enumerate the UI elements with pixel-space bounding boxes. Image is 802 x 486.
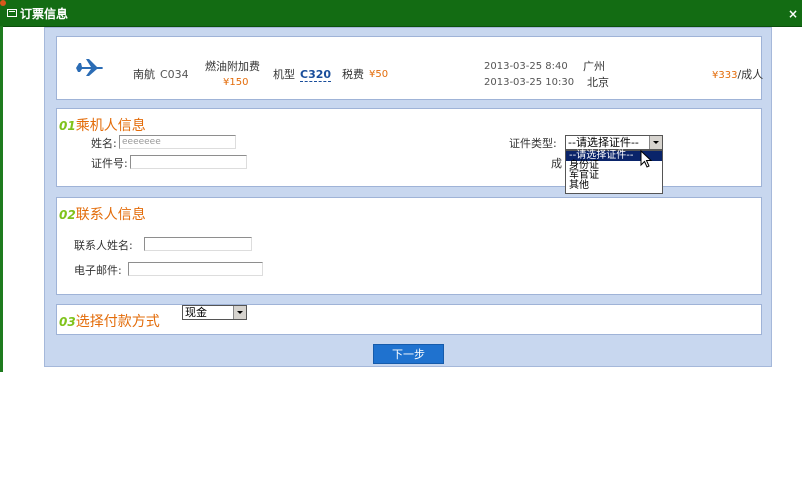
email-input[interactable] xyxy=(128,262,263,276)
fuel-surcharge-label: 燃油附加费 xyxy=(205,60,260,73)
depart-time: 2013-03-25 8:40 xyxy=(484,61,568,72)
window-title: 订票信息 xyxy=(20,7,69,21)
depart-city: 广州 xyxy=(583,60,605,73)
payment-section-heading: 03选择付款方式 xyxy=(59,314,160,330)
id-type-label: 证件类型: xyxy=(509,137,557,150)
contact-section: 02联系人信息 联系人姓名: 电子邮件: xyxy=(56,197,762,295)
email-label: 电子邮件: xyxy=(74,264,122,277)
mouse-cursor-icon xyxy=(640,150,653,168)
background-app-icon xyxy=(0,0,6,6)
passenger-section-heading: 01乘机人信息 xyxy=(59,118,146,134)
id-number-input[interactable] xyxy=(130,155,247,169)
section-number: 03 xyxy=(59,315,76,329)
arrive-city: 北京 xyxy=(587,76,609,89)
section-title: 联系人信息 xyxy=(75,207,146,223)
section-title: 选择付款方式 xyxy=(75,314,160,330)
arrive-time: 2013-03-25 10:30 xyxy=(484,77,575,88)
airline: 南航 xyxy=(133,68,155,81)
chevron-down-icon[interactable] xyxy=(649,136,662,149)
window-icon xyxy=(7,9,17,17)
window-titlebar[interactable]: 订票信息 × xyxy=(0,0,802,27)
adult-price: ¥333/成人 xyxy=(712,68,763,82)
flight-number: C034 xyxy=(160,68,189,81)
id-number-label: 证件号: xyxy=(91,157,128,170)
chevron-down-icon[interactable] xyxy=(233,306,246,319)
tax-label: 税费 xyxy=(342,68,364,81)
close-icon[interactable]: × xyxy=(788,7,798,21)
name-label: 姓名: xyxy=(91,137,117,150)
payment-section: 03选择付款方式 现金 xyxy=(56,304,762,335)
contact-name-input[interactable] xyxy=(144,237,252,251)
payment-method-select[interactable]: 现金 xyxy=(182,305,247,320)
flight-summary: 南航 C034 燃油附加费 ¥150 机型 C320 税费 ¥50 2013-0… xyxy=(56,36,763,100)
id-type-selected: --请选择证件-- xyxy=(568,136,639,149)
section-number: 01 xyxy=(59,119,76,133)
section-title: 乘机人信息 xyxy=(75,118,146,134)
aircraft-label: 机型 xyxy=(273,68,295,81)
contact-section-heading: 02联系人信息 xyxy=(59,207,146,223)
passenger-name-input[interactable]: eeeeeee xyxy=(119,135,236,149)
fuel-surcharge-price: ¥150 xyxy=(223,77,249,88)
adult-price-value: ¥333 xyxy=(712,70,738,81)
tax-price: ¥50 xyxy=(369,69,389,80)
adult-price-unit: /成人 xyxy=(737,68,764,81)
booking-panel: 南航 C034 燃油附加费 ¥150 机型 C320 税费 ¥50 2013-0… xyxy=(44,27,772,367)
aircraft-type-link[interactable]: C320 xyxy=(300,68,332,82)
adult-label-partial: 成 xyxy=(551,157,562,170)
id-type-option[interactable]: 其他 xyxy=(566,181,662,191)
airplane-icon xyxy=(76,59,103,76)
next-step-button[interactable]: 下一步 xyxy=(373,344,444,364)
background-window-edge xyxy=(0,26,3,372)
id-type-select[interactable]: --请选择证件-- xyxy=(565,135,663,150)
payment-method-selected: 现金 xyxy=(185,306,207,319)
section-number: 02 xyxy=(59,208,76,222)
contact-name-label: 联系人姓名: xyxy=(74,239,133,252)
